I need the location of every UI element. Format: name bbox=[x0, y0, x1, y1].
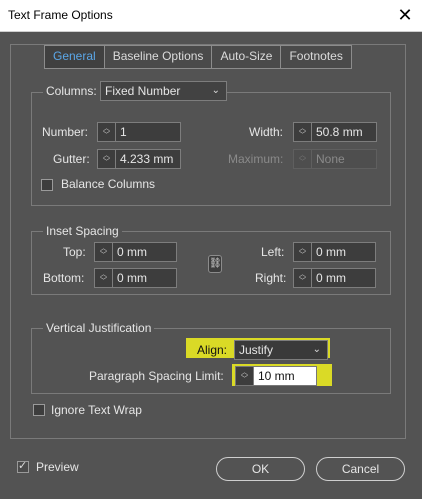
paragraph-spacing-limit-field[interactable]: ︿ ﹀ 10 mm bbox=[235, 366, 317, 386]
top-label: Top: bbox=[63, 245, 86, 259]
number-value: 1 bbox=[120, 125, 127, 139]
preview-checkbox[interactable] bbox=[17, 459, 29, 473]
gutter-label: Gutter: bbox=[53, 152, 90, 166]
top-value: 0 mm bbox=[117, 245, 147, 259]
cancel-button[interactable]: Cancel bbox=[316, 457, 405, 481]
chain-link-icon[interactable]: ⛓ bbox=[208, 255, 222, 273]
width-label: Width: bbox=[249, 125, 284, 139]
ignore-text-wrap-label: Ignore Text Wrap bbox=[51, 403, 142, 417]
tab-auto-size[interactable]: Auto-Size bbox=[212, 46, 282, 68]
close-icon[interactable]: ✕ bbox=[394, 4, 416, 26]
stepper-icon[interactable]: ︿ ﹀ bbox=[98, 123, 116, 141]
vertical-justification-legend: Vertical Justification bbox=[43, 321, 155, 335]
bottom-label: Bottom: bbox=[43, 271, 85, 285]
inset-spacing-legend: Inset Spacing bbox=[43, 224, 122, 238]
stepper-icon[interactable]: ︿ ﹀ bbox=[98, 150, 116, 168]
maximum-field: ︿ ﹀ None bbox=[293, 149, 377, 169]
title-bar: Text Frame Options ✕ bbox=[0, 0, 422, 32]
tab-bar: General Baseline Options Auto-Size Footn… bbox=[44, 45, 352, 69]
stepper-icon[interactable]: ︿ ﹀ bbox=[95, 243, 113, 261]
stepper-icon[interactable]: ︿ ﹀ bbox=[95, 269, 113, 287]
bottom-field[interactable]: ︿ ﹀ 0 mm bbox=[94, 268, 177, 288]
columns-legend: Columns: bbox=[43, 84, 100, 98]
stepper-icon[interactable]: ︿ ﹀ bbox=[294, 123, 312, 141]
width-field[interactable]: ︿ ﹀ 50.8 mm bbox=[293, 122, 377, 142]
tab-general[interactable]: General bbox=[45, 46, 105, 68]
maximum-value: None bbox=[316, 152, 345, 166]
columns-type-value: Fixed Number bbox=[105, 84, 181, 98]
ignore-text-wrap-checkbox[interactable] bbox=[33, 404, 45, 416]
number-label: Number: bbox=[42, 125, 89, 139]
width-value: 50.8 mm bbox=[316, 125, 363, 139]
preview-label: Preview bbox=[36, 460, 79, 474]
stepper-icon[interactable]: ︿ ﹀ bbox=[294, 243, 312, 261]
stepper-icon[interactable]: ︿ ﹀ bbox=[236, 367, 254, 385]
left-value: 0 mm bbox=[316, 245, 346, 259]
tab-baseline-options[interactable]: Baseline Options bbox=[105, 46, 213, 68]
align-label: Align: bbox=[197, 343, 228, 357]
ok-button[interactable]: OK bbox=[216, 457, 305, 481]
stepper-icon: ︿ ﹀ bbox=[294, 150, 312, 168]
chevron-down-icon: ⌄ bbox=[312, 344, 321, 355]
maximum-label: Maximum: bbox=[228, 152, 284, 166]
number-field[interactable]: ︿ ﹀ 1 bbox=[97, 122, 181, 142]
top-field[interactable]: ︿ ﹀ 0 mm bbox=[94, 242, 177, 262]
right-value: 0 mm bbox=[316, 271, 346, 285]
align-dropdown[interactable]: Justify ⌄ bbox=[234, 340, 328, 360]
gutter-value: 4.233 mm bbox=[120, 152, 174, 166]
gutter-field[interactable]: ︿ ﹀ 4.233 mm bbox=[97, 149, 181, 169]
paragraph-spacing-limit-label: Paragraph Spacing Limit: bbox=[89, 369, 224, 383]
chevron-down-icon: ⌄ bbox=[211, 85, 220, 96]
columns-type-dropdown[interactable]: Fixed Number ⌄ bbox=[100, 81, 227, 101]
balance-columns-checkbox[interactable] bbox=[41, 179, 53, 191]
stepper-icon[interactable]: ︿ ﹀ bbox=[294, 269, 312, 287]
right-field[interactable]: ︿ ﹀ 0 mm bbox=[293, 268, 376, 288]
align-value: Justify bbox=[239, 343, 274, 357]
right-label: Right: bbox=[255, 271, 287, 285]
paragraph-spacing-limit-value: 10 mm bbox=[258, 369, 295, 383]
left-label: Left: bbox=[261, 245, 285, 259]
balance-columns-label: Balance Columns bbox=[61, 177, 156, 191]
tab-footnotes[interactable]: Footnotes bbox=[281, 46, 350, 68]
left-field[interactable]: ︿ ﹀ 0 mm bbox=[293, 242, 376, 262]
window-title: Text Frame Options bbox=[8, 8, 113, 22]
bottom-value: 0 mm bbox=[117, 271, 147, 285]
